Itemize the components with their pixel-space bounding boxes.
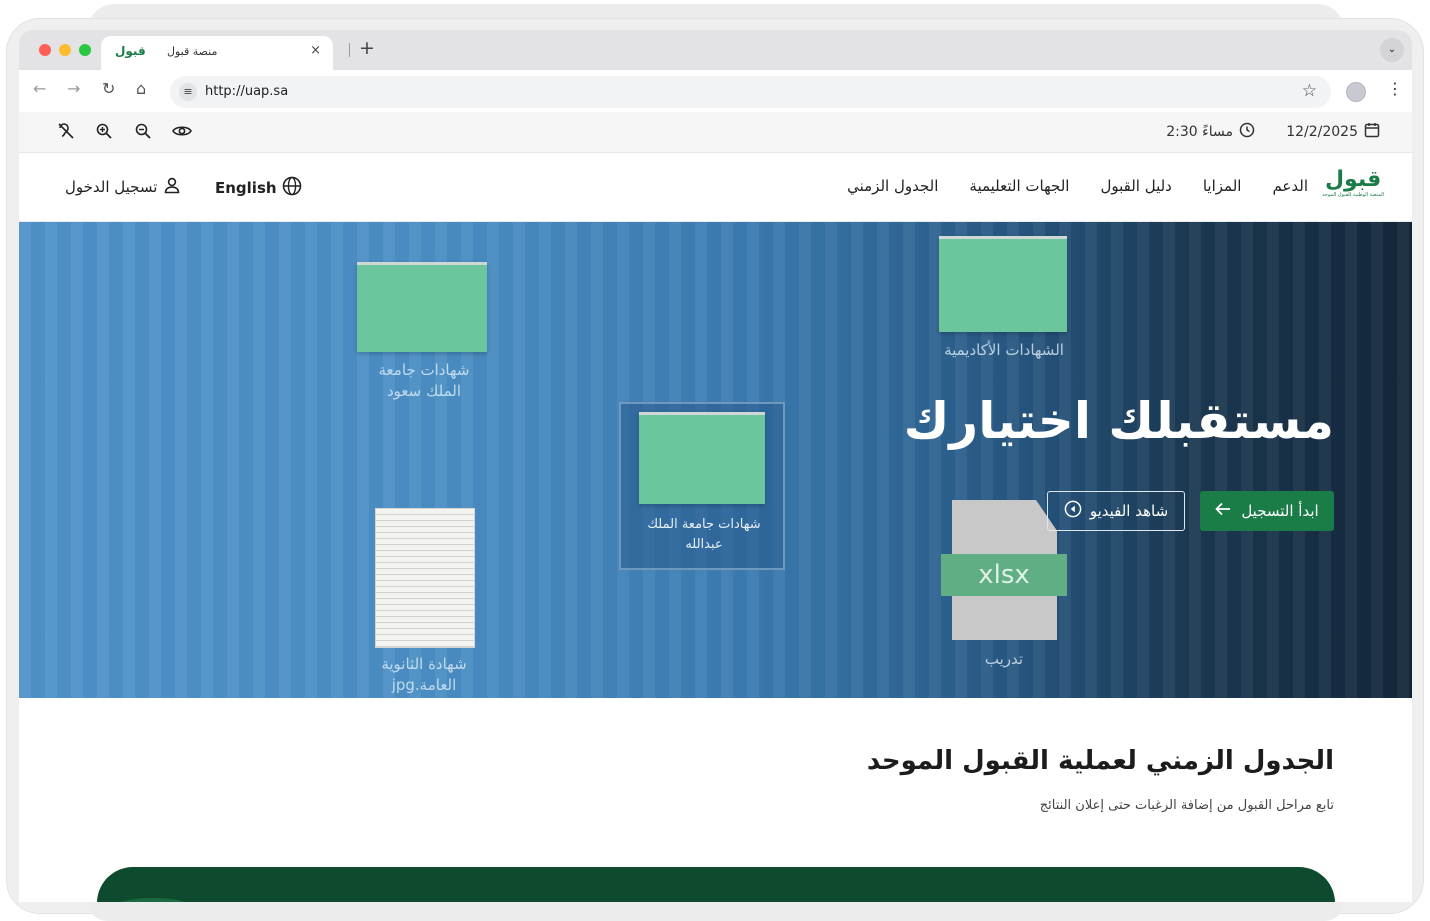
hero-banner: شهادات جامعة الملك سعود الشهادات الأكادي…	[19, 222, 1412, 698]
globe-icon	[282, 176, 302, 200]
folder-ksu-icon	[357, 262, 487, 352]
nav-link-features[interactable]: المزايا	[1203, 177, 1242, 195]
folder-ksu-label: شهادات جامعة الملك سعود	[378, 361, 470, 400]
browser-tab[interactable]: قبول منصة قبول ×	[101, 36, 333, 70]
watch-video-button[interactable]: شاهد الفيديو	[1047, 491, 1185, 531]
tab-divider	[349, 43, 350, 57]
nav-links: الجدول الزمني الجهات التعليمية دليل القب…	[847, 177, 1308, 195]
arrow-left-icon	[1215, 502, 1231, 520]
folder-kau-icon	[639, 412, 765, 504]
browser-window: قبول منصة قبول × + ⌄ ← → ↻ ⌂ ≡ http://ua…	[19, 30, 1412, 902]
new-tab-button[interactable]: +	[359, 37, 375, 59]
main-navigation: قبول المنصة الوطنية للقبول الموحد الجدول…	[19, 153, 1412, 222]
close-tab-icon[interactable]: ×	[310, 43, 321, 58]
timeline-card-decoration	[113, 898, 193, 902]
url-text[interactable]: http://uap.sa	[205, 84, 288, 99]
folder-kau-label: شهادات جامعة الملك عبدالله	[647, 517, 761, 552]
login-button[interactable]: تسجيل الدخول	[65, 176, 181, 198]
address-bar[interactable]: ≡ http://uap.sa ☆	[170, 76, 1331, 108]
home-icon[interactable]: ⌂	[136, 79, 146, 98]
profile-avatar[interactable]	[1346, 82, 1366, 102]
maximize-window-button[interactable]	[79, 44, 91, 56]
timeline-section-subtitle: تابع مراحل القبول من إضافة الرغبات حتى إ…	[1039, 798, 1334, 813]
certificate-document-icon	[375, 508, 475, 648]
device-backplate-bottom	[88, 902, 1344, 921]
contrast-eye-icon[interactable]	[172, 122, 192, 144]
nav-link-guide[interactable]: دليل القبول	[1100, 177, 1171, 195]
user-icon	[163, 176, 181, 198]
reload-icon[interactable]: ↻	[102, 79, 115, 98]
bookmark-star-icon[interactable]: ☆	[1302, 81, 1317, 101]
minimize-window-button[interactable]	[59, 44, 71, 56]
calendar-icon	[1364, 122, 1380, 142]
hero-title: مستقبلك اختيارك	[903, 392, 1334, 450]
tab-title: منصة قبول	[167, 45, 218, 58]
time-text: 2:30 مساءً	[1166, 124, 1233, 140]
login-label: تسجيل الدخول	[65, 178, 158, 196]
training-file-label: تدريب	[984, 650, 1024, 668]
brand-name: قبول	[1324, 167, 1382, 192]
nav-link-support[interactable]: الدعم	[1272, 177, 1308, 195]
clock-icon	[1239, 122, 1255, 142]
browser-menu-icon[interactable]: ⋮	[1387, 79, 1403, 98]
xlsx-file-badge: xlsx	[941, 554, 1067, 596]
folder-academic-icon	[939, 236, 1067, 332]
tab-strip: قبول منصة قبول × + ⌄	[19, 30, 1412, 70]
language-switch[interactable]: English	[215, 176, 302, 200]
time-display: 2:30 مساءً	[1166, 122, 1255, 142]
brand-logo[interactable]: قبول المنصة الوطنية للقبول الموحد	[1322, 168, 1384, 199]
watch-video-label: شاهد الفيديو	[1089, 502, 1169, 520]
date-display: 12/2/2025	[1286, 122, 1380, 142]
nav-link-institutions[interactable]: الجهات التعليمية	[969, 177, 1069, 195]
accessibility-bar: 2:30 مساءً 12/2/2025	[19, 112, 1412, 153]
timeline-card	[97, 867, 1335, 902]
zoom-in-icon[interactable]	[95, 122, 113, 144]
brand-tagline: المنصة الوطنية للقبول الموحد	[1322, 192, 1384, 198]
forward-arrow-icon[interactable]: →	[67, 79, 80, 98]
start-registration-button[interactable]: ابدأ التسجيل	[1200, 491, 1334, 531]
nav-link-timeline[interactable]: الجدول الزمني	[847, 177, 938, 195]
play-icon	[1064, 500, 1082, 522]
timeline-section-title: الجدول الزمني لعملية القبول الموحد	[866, 746, 1334, 776]
back-arrow-icon[interactable]: ←	[33, 79, 46, 98]
site-settings-icon[interactable]: ≡	[179, 83, 197, 101]
folder-academic-label: الشهادات الأكاديمية	[944, 341, 1064, 359]
zoom-out-icon[interactable]	[134, 122, 152, 144]
tab-favicon: قبول	[115, 44, 146, 58]
date-text: 12/2/2025	[1286, 124, 1358, 140]
address-bar-row: ← → ↻ ⌂ ≡ http://uap.sa ☆ ⋮	[19, 70, 1412, 112]
hearing-impaired-icon[interactable]	[57, 122, 75, 144]
secondary-certificate-label: شهادة الثانوية العامة.jpg	[381, 655, 467, 694]
close-window-button[interactable]	[39, 44, 51, 56]
language-label: English	[215, 179, 277, 197]
start-registration-label: ابدأ التسجيل	[1241, 502, 1319, 520]
tab-search-button[interactable]: ⌄	[1380, 38, 1404, 62]
